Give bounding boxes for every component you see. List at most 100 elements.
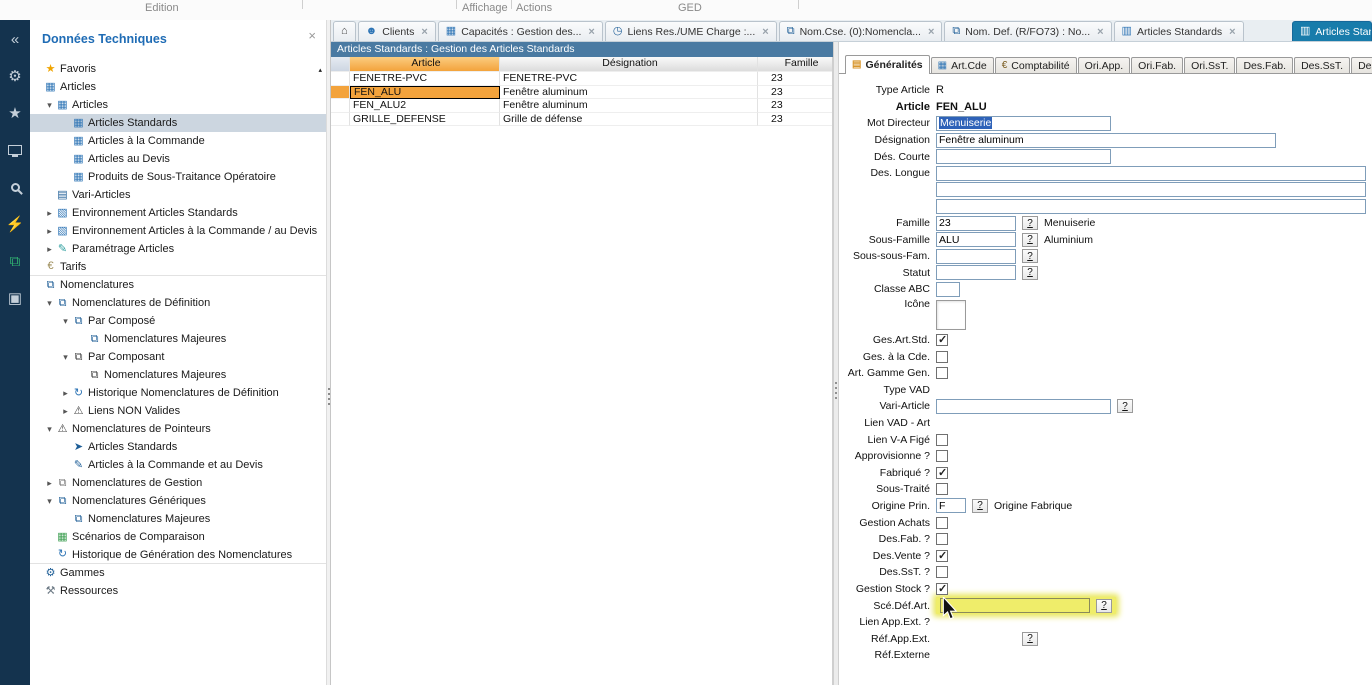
sidebar-item[interactable]: ⧉Nomenclatures Majeures	[30, 510, 326, 528]
sidebar-item[interactable]: ⧉Nomenclatures	[30, 276, 326, 294]
lookup-button[interactable]: ?	[1096, 599, 1112, 613]
sidebar-item[interactable]: ★Favoris	[30, 60, 326, 78]
tab-close-icon[interactable]: ×	[421, 26, 427, 38]
form-tab[interactable]: Ori.SsT.	[1184, 57, 1235, 74]
table-row[interactable]: FENETRE-PVCFENETRE-PVC23	[331, 72, 832, 86]
sidebar-item[interactable]: ▸↻Historique Nomenclatures de Définition	[30, 384, 326, 402]
expander-icon[interactable]: ▸	[43, 208, 56, 219]
tab-close-icon[interactable]: ×	[588, 26, 594, 38]
checkbox[interactable]	[936, 450, 948, 462]
column-header[interactable]: Article	[350, 57, 500, 72]
form-tab[interactable]: Ori.App.	[1078, 57, 1131, 74]
checkbox[interactable]	[936, 367, 948, 379]
sidebar-item[interactable]: ▦Articles au Devis	[30, 150, 326, 168]
table-row[interactable]: FEN_ALUFenêtre aluminum23	[331, 86, 832, 100]
text-input[interactable]	[936, 399, 1111, 414]
sidebar-item[interactable]: ▾⧉Nomenclatures Génériques	[30, 492, 326, 510]
checkbox[interactable]	[936, 566, 948, 578]
star-button[interactable]: ★	[0, 99, 30, 127]
lookup-button[interactable]: ?	[1022, 233, 1038, 247]
lookup-button[interactable]: ?	[1022, 216, 1038, 230]
lookup-button[interactable]: ?	[1022, 249, 1038, 263]
expander-icon[interactable]: ▾	[43, 298, 56, 309]
tab-close-icon[interactable]: ×	[1097, 26, 1103, 38]
text-input[interactable]	[936, 249, 1016, 264]
sidebar-item[interactable]: ▾⧉Nomenclatures de Définition	[30, 294, 326, 312]
text-input[interactable]: ALU	[936, 232, 1016, 247]
sidebar-item[interactable]: ▸⚠Liens NON Valides	[30, 402, 326, 420]
form-tab[interactable]: ▤Généralités	[845, 55, 930, 74]
sidebar-item[interactable]: ▦Articles Standards	[30, 114, 326, 132]
tab-close-icon[interactable]: ×	[928, 26, 934, 38]
menu-item[interactable]: Actions	[516, 2, 552, 14]
form-tab[interactable]: Des.Fab.	[1236, 57, 1293, 74]
gear-button[interactable]: ⚙	[0, 62, 30, 90]
expander-icon[interactable]: ▾	[43, 496, 56, 507]
form-tab[interactable]: Des.Vte.	[1351, 57, 1372, 74]
icon-picker[interactable]	[936, 300, 966, 330]
checkbox[interactable]	[936, 517, 948, 529]
sidebar-close-icon[interactable]: ×	[308, 29, 316, 42]
tab[interactable]: ⧉Nom. Def. (R/FO73) : No...×	[944, 21, 1111, 41]
expander-icon[interactable]: ▸	[43, 478, 56, 489]
expander-icon[interactable]: ▾	[59, 352, 72, 363]
collapse-button[interactable]: «	[0, 25, 30, 53]
checkbox[interactable]	[936, 483, 948, 495]
column-header[interactable]	[331, 57, 350, 72]
sidebar-item[interactable]: ⧉Nomenclatures Majeures	[30, 366, 326, 384]
sidebar-item[interactable]: ▾⧉Par Composant	[30, 348, 326, 366]
checkbox[interactable]	[936, 583, 948, 595]
sidebar-item[interactable]: ➤Articles Standards	[30, 438, 326, 456]
sidebar-item[interactable]: ✎Articles à la Commande et au Devis	[30, 456, 326, 474]
monitor-button[interactable]	[0, 136, 30, 164]
hierarchy-button[interactable]: ⧉	[0, 247, 30, 275]
expander-icon[interactable]: ▸	[59, 406, 72, 417]
package-button[interactable]: ▣	[0, 284, 30, 312]
sidebar-item[interactable]: ▾⧉Par Composé	[30, 312, 326, 330]
checkbox[interactable]	[936, 533, 948, 545]
expander-icon[interactable]: ▸	[59, 388, 72, 399]
sidebar-item[interactable]: ▦Articles à la Commande	[30, 132, 326, 150]
sidebar-item[interactable]: ⧉Nomenclatures Majeures	[30, 330, 326, 348]
menu-item[interactable]: Affichage	[462, 2, 508, 14]
sidebar-item[interactable]: ▦Scénarios de Comparaison	[30, 528, 326, 546]
sidebar-item[interactable]: ▾⚠Nomenclatures de Pointeurs	[30, 420, 326, 438]
checkbox[interactable]	[936, 334, 948, 346]
sidebar-item[interactable]: ⚒Ressources	[30, 582, 326, 600]
table-row[interactable]: FEN_ALU2Fenêtre aluminum23	[331, 99, 832, 113]
form-tab[interactable]: Ori.Fab.	[1131, 57, 1183, 74]
sidebar-splitter[interactable]	[326, 20, 331, 685]
lookup-button[interactable]: ?	[1117, 399, 1133, 413]
text-input[interactable]	[936, 199, 1366, 214]
sidebar-item[interactable]: ▦Produits de Sous-Traitance Opératoire	[30, 168, 326, 186]
lightning-button[interactable]: ⚡	[0, 210, 30, 238]
sidebar-item[interactable]: ▸▧Environnement Articles Standards	[30, 204, 326, 222]
search-button[interactable]	[0, 173, 30, 201]
menu-item[interactable]: Edition	[145, 2, 179, 14]
sidebar-item[interactable]: ▤Vari-Articles	[30, 186, 326, 204]
text-input[interactable]: Fenêtre aluminum	[936, 133, 1276, 148]
sidebar-item[interactable]: ▸▧Environnement Articles à la Commande /…	[30, 222, 326, 240]
tab[interactable]: ▦Capacités : Gestion des...×	[438, 21, 603, 41]
text-input[interactable]	[936, 166, 1366, 181]
scroll-up-icon[interactable]: ▴	[318, 66, 322, 74]
expander-icon[interactable]: ▾	[43, 100, 56, 111]
sidebar-item[interactable]: €Tarifs	[30, 258, 326, 276]
home-tab[interactable]: ⌂	[333, 21, 356, 41]
form-tab[interactable]: Des.SsT.	[1294, 57, 1350, 74]
text-input[interactable]: F	[936, 498, 966, 513]
checkbox[interactable]	[936, 550, 948, 562]
text-input[interactable]	[936, 265, 1016, 280]
sidebar-item[interactable]: ⚙Gammes	[30, 564, 326, 582]
text-input[interactable]	[936, 282, 960, 297]
text-input[interactable]: Menuiserie	[936, 116, 1111, 131]
tab[interactable]: ▥Articles Standards×	[1114, 21, 1244, 41]
expander-icon[interactable]: ▸	[43, 244, 56, 255]
lookup-button[interactable]: ?	[1022, 266, 1038, 280]
sidebar-item[interactable]: ↻Historique de Génération des Nomenclatu…	[30, 546, 326, 564]
lookup-button[interactable]: ?	[972, 499, 988, 513]
sidebar-item[interactable]: ▸⧉Nomenclatures de Gestion	[30, 474, 326, 492]
table-row[interactable]: GRILLE_DEFENSEGrille de défense23	[331, 113, 832, 127]
text-input[interactable]	[936, 149, 1111, 164]
text-input[interactable]: 23	[936, 216, 1016, 231]
